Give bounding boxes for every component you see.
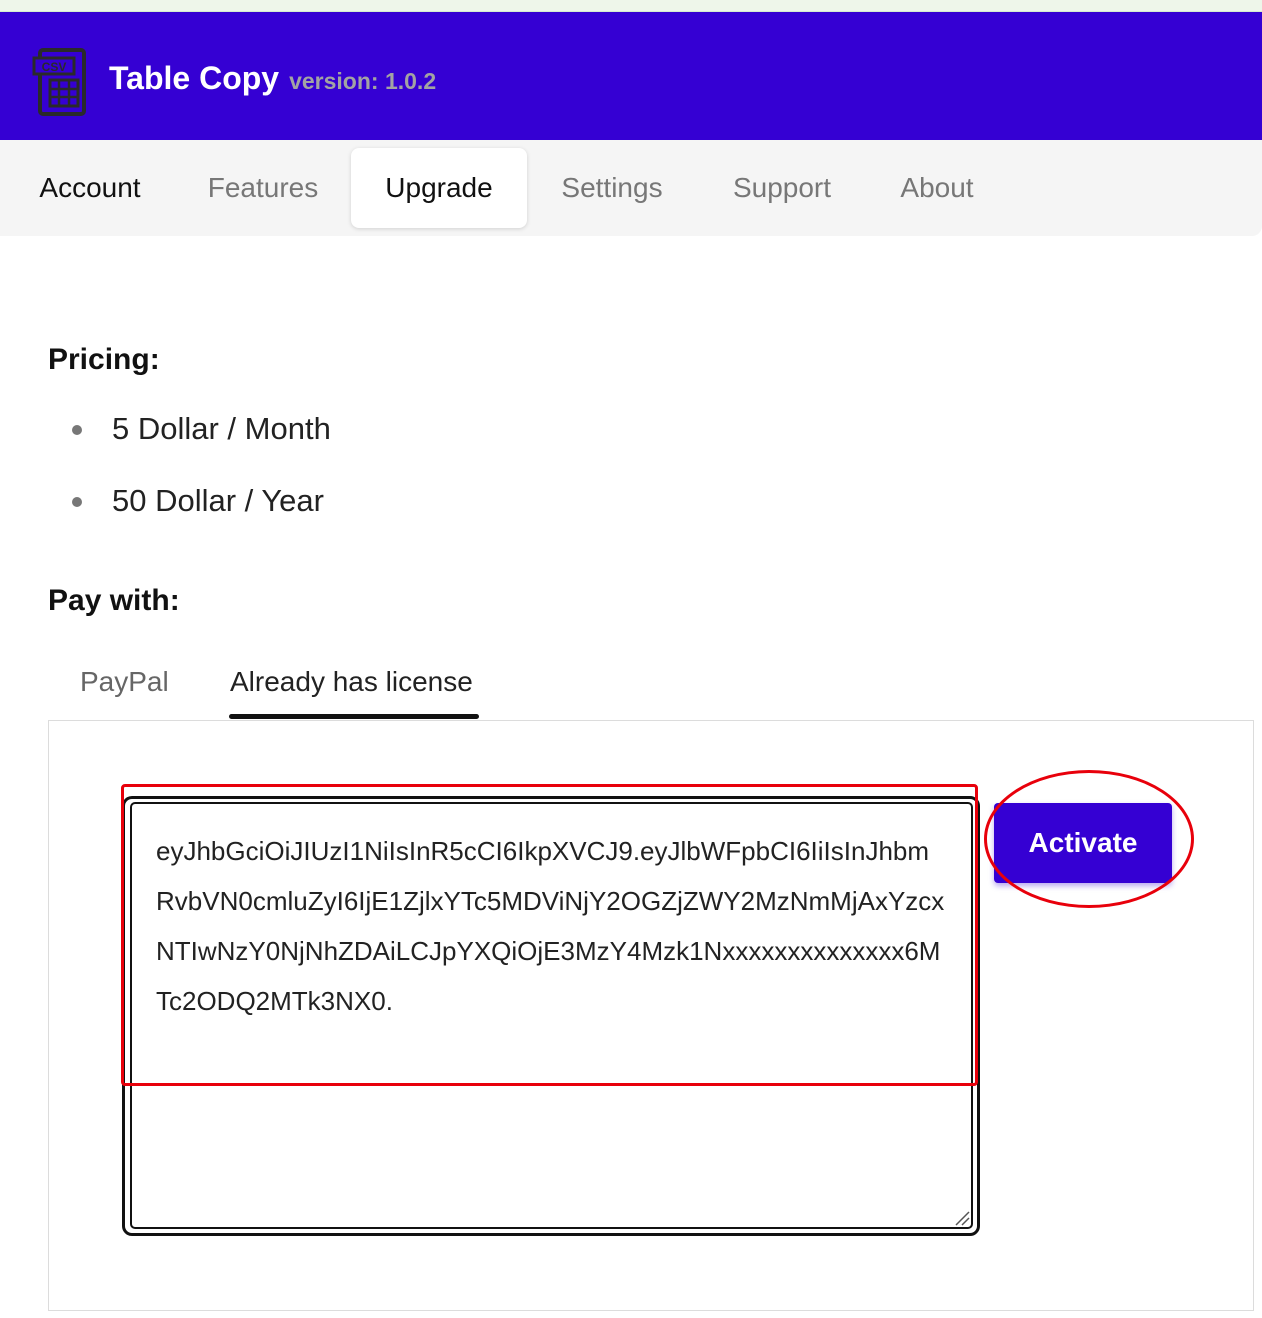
list-item: 50 Dollar / Year [64,477,331,549]
bullet-icon [72,497,82,507]
top-strip [0,0,1262,12]
pay-with-heading: Pay with: [48,584,180,617]
pricing-heading: Pricing: [48,343,160,376]
app-header: CSV Table Copy version: 1.0.2 [0,12,1262,140]
tab-about[interactable]: About [884,148,990,228]
tab-upgrade[interactable]: Upgrade [351,148,527,228]
price-yearly: 50 Dollar / Year [112,483,324,518]
svg-text:CSV: CSV [42,60,67,74]
tab-features[interactable]: Features [190,148,336,228]
activate-button[interactable]: Activate [994,803,1172,883]
tab-settings[interactable]: Settings [544,148,680,228]
tab-already-has-license[interactable]: Already has license [230,664,473,712]
bullet-icon [72,425,82,435]
payment-tabs: PayPal Already has license [48,656,548,720]
app-title: Table Copy [109,60,280,96]
list-item: 5 Dollar / Month [64,405,331,477]
tab-account[interactable]: Account [20,148,160,228]
csv-table-icon: CSV [32,48,86,116]
license-key-input[interactable] [130,802,973,1229]
price-monthly: 5 Dollar / Month [112,411,331,446]
title-wrap: Table Copy version: 1.0.2 [109,60,436,97]
resize-grip-icon[interactable] [952,1208,970,1226]
version-label: version: 1.0.2 [289,68,437,94]
tab-paypal[interactable]: PayPal [80,664,169,712]
main-nav: Account Features Upgrade Settings Suppor… [0,140,1262,236]
active-tab-indicator [229,714,479,719]
price-list: 5 Dollar / Month 50 Dollar / Year [64,405,331,549]
tab-support[interactable]: Support [714,148,850,228]
